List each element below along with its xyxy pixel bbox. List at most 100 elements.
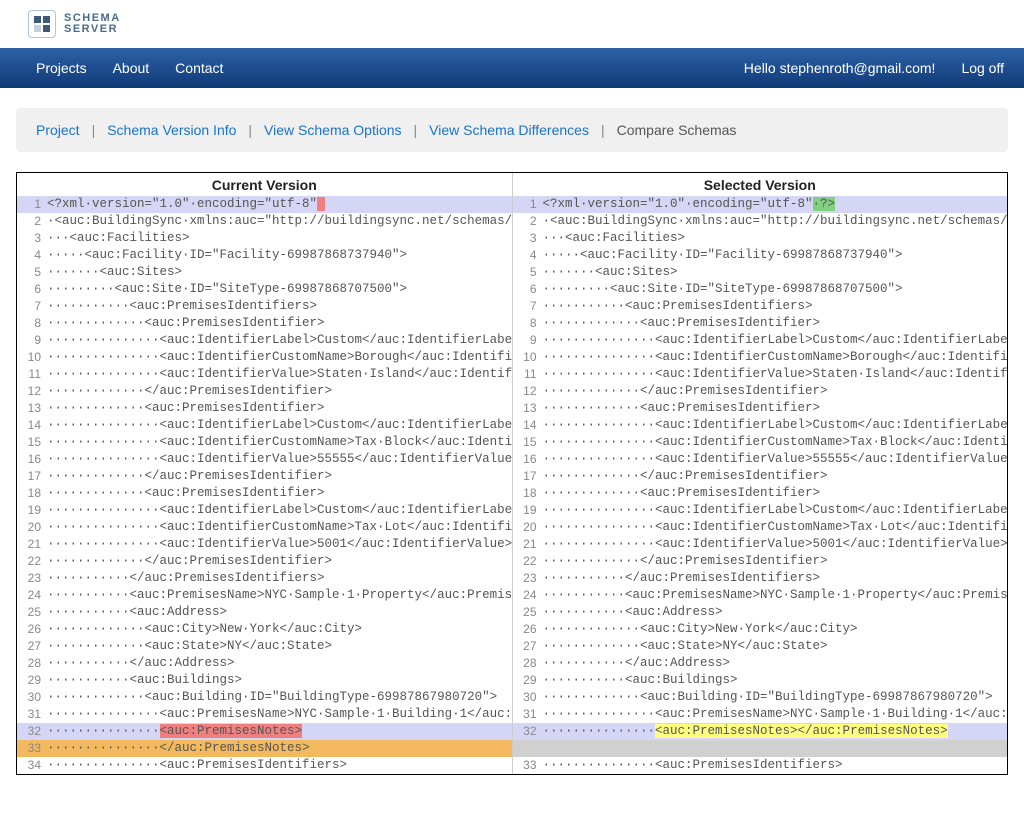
line-number: 30: [513, 689, 543, 706]
code-line[interactable]: 25···········<auc:Address>: [17, 604, 512, 621]
code-line[interactable]: 23···········</auc:PremisesIdentifiers>: [513, 570, 1008, 587]
code-line[interactable]: 18·············<auc:PremisesIdentifier>: [513, 485, 1008, 502]
code-line[interactable]: 3···<auc:Facilities>: [513, 230, 1008, 247]
code-line[interactable]: [513, 740, 1008, 757]
code-line[interactable]: 19···············<auc:IdentifierLabel>Cu…: [17, 502, 512, 519]
code-line[interactable]: 17·············</auc:PremisesIdentifier>: [513, 468, 1008, 485]
code-line[interactable]: 6·········<auc:Site·ID="SiteType-6998786…: [17, 281, 512, 298]
code-line[interactable]: 5·······<auc:Sites>: [17, 264, 512, 281]
code-line[interactable]: 28···········</auc:Address>: [17, 655, 512, 672]
crumb-project[interactable]: Project: [36, 122, 80, 138]
line-number: 28: [513, 655, 543, 672]
line-content: ···············<auc:IdentifierValue>5001…: [47, 536, 512, 553]
diff-right-lines[interactable]: 1<?xml·version="1.0"·encoding="utf-8"·?>…: [513, 196, 1008, 774]
code-line[interactable]: 20···············<auc:IdentifierCustomNa…: [17, 519, 512, 536]
line-number: 6: [513, 281, 543, 298]
line-content: ···········</auc:PremisesIdentifiers>: [47, 570, 512, 587]
code-line[interactable]: 31···············<auc:PremisesName>NYC·S…: [17, 706, 512, 723]
code-line[interactable]: 33···············<auc:PremisesIdentifier…: [513, 757, 1008, 774]
code-line[interactable]: 28···········</auc:Address>: [513, 655, 1008, 672]
code-line[interactable]: 3···<auc:Facilities>: [17, 230, 512, 247]
crumb-view-schema-options[interactable]: View Schema Options: [264, 122, 401, 138]
code-line[interactable]: 20···············<auc:IdentifierCustomNa…: [513, 519, 1008, 536]
code-line[interactable]: 14···············<auc:IdentifierLabel>Cu…: [513, 417, 1008, 434]
code-line[interactable]: 4·····<auc:Facility·ID="Facility-6998786…: [17, 247, 512, 264]
code-line[interactable]: 18·············<auc:PremisesIdentifier>: [17, 485, 512, 502]
nav-projects[interactable]: Projects: [36, 60, 87, 76]
code-line[interactable]: 1<?xml·version="1.0"·encoding="utf-8": [17, 196, 512, 213]
line-number: 24: [17, 587, 47, 604]
code-line[interactable]: 21···············<auc:IdentifierValue>50…: [17, 536, 512, 553]
code-line[interactable]: 26·············<auc:City>New·York</auc:C…: [513, 621, 1008, 638]
crumb-view-schema-differences[interactable]: View Schema Differences: [429, 122, 589, 138]
line-content: ···············<auc:IdentifierCustomName…: [47, 434, 512, 451]
code-line[interactable]: 12·············</auc:PremisesIdentifier>: [17, 383, 512, 400]
code-line[interactable]: 34···············<auc:PremisesIdentifier…: [17, 757, 512, 774]
code-line[interactable]: 24···········<auc:PremisesName>NYC·Sampl…: [17, 587, 512, 604]
code-line[interactable]: 32···············<auc:PremisesNotes></au…: [513, 723, 1008, 740]
code-line[interactable]: 5·······<auc:Sites>: [513, 264, 1008, 281]
code-line[interactable]: 16···············<auc:IdentifierValue>55…: [513, 451, 1008, 468]
line-number: 3: [513, 230, 543, 247]
code-line[interactable]: 2·<auc:BuildingSync·xmlns:auc="http://bu…: [17, 213, 512, 230]
line-content: ·············<auc:Building·ID="BuildingT…: [47, 689, 512, 706]
code-line[interactable]: 23···········</auc:PremisesIdentifiers>: [17, 570, 512, 587]
line-content: ···············<auc:IdentifierCustomName…: [47, 519, 512, 536]
code-line[interactable]: 22·············</auc:PremisesIdentifier>: [513, 553, 1008, 570]
line-content: ·············<auc:PremisesIdentifier>: [47, 400, 512, 417]
line-content: ···············<auc:IdentifierLabel>Cust…: [47, 502, 512, 519]
code-line[interactable]: 16···············<auc:IdentifierValue>55…: [17, 451, 512, 468]
line-content: ···········<auc:PremisesName>NYC·Sample·…: [543, 587, 1008, 604]
code-line[interactable]: 33···············</auc:PremisesNotes>: [17, 740, 512, 757]
code-line[interactable]: 15···············<auc:IdentifierCustomNa…: [513, 434, 1008, 451]
code-line[interactable]: 30·············<auc:Building·ID="Buildin…: [513, 689, 1008, 706]
code-line[interactable]: 19···············<auc:IdentifierLabel>Cu…: [513, 502, 1008, 519]
code-line[interactable]: 8·············<auc:PremisesIdentifier>: [513, 315, 1008, 332]
nav-about[interactable]: About: [113, 60, 150, 76]
code-line[interactable]: 13·············<auc:PremisesIdentifier>: [513, 400, 1008, 417]
code-line[interactable]: 13·············<auc:PremisesIdentifier>: [17, 400, 512, 417]
code-line[interactable]: 4·····<auc:Facility·ID="Facility-6998786…: [513, 247, 1008, 264]
logo[interactable]: SCHEMA SERVER: [28, 10, 996, 38]
code-line[interactable]: 9···············<auc:IdentifierLabel>Cus…: [513, 332, 1008, 349]
diff-left-lines[interactable]: 1<?xml·version="1.0"·encoding="utf-8" 2·…: [17, 196, 512, 774]
nav-logoff[interactable]: Log off: [961, 60, 1004, 76]
code-line[interactable]: 26·············<auc:City>New·York</auc:C…: [17, 621, 512, 638]
code-line[interactable]: 11···············<auc:IdentifierValue>St…: [513, 366, 1008, 383]
code-line[interactable]: 32···············<auc:PremisesNotes>: [17, 723, 512, 740]
code-line[interactable]: 9···············<auc:IdentifierLabel>Cus…: [17, 332, 512, 349]
code-line[interactable]: 12·············</auc:PremisesIdentifier>: [513, 383, 1008, 400]
code-line[interactable]: 24···········<auc:PremisesName>NYC·Sampl…: [513, 587, 1008, 604]
code-line[interactable]: 10···············<auc:IdentifierCustomNa…: [17, 349, 512, 366]
code-line[interactable]: 29···········<auc:Buildings>: [513, 672, 1008, 689]
nav-contact[interactable]: Contact: [175, 60, 223, 76]
code-line[interactable]: 15···············<auc:IdentifierCustomNa…: [17, 434, 512, 451]
line-content: ···············<auc:IdentifierCustomName…: [543, 519, 1008, 536]
code-line[interactable]: 7···········<auc:PremisesIdentifiers>: [513, 298, 1008, 315]
code-line[interactable]: 14···············<auc:IdentifierLabel>Cu…: [17, 417, 512, 434]
code-line[interactable]: 31···············<auc:PremisesName>NYC·S…: [513, 706, 1008, 723]
code-line[interactable]: 22·············</auc:PremisesIdentifier>: [17, 553, 512, 570]
code-line[interactable]: 27·············<auc:State>NY</auc:State>: [17, 638, 512, 655]
line-number: 22: [17, 553, 47, 570]
code-line[interactable]: 2·<auc:BuildingSync·xmlns:auc="http://bu…: [513, 213, 1008, 230]
line-content: ···········<auc:PremisesIdentifiers>: [543, 298, 1008, 315]
code-line[interactable]: 6·········<auc:Site·ID="SiteType-6998786…: [513, 281, 1008, 298]
crumb-schema-version-info[interactable]: Schema Version Info: [107, 122, 236, 138]
line-content: ···········</auc:PremisesIdentifiers>: [543, 570, 1008, 587]
code-line[interactable]: 25···········<auc:Address>: [513, 604, 1008, 621]
code-line[interactable]: 1<?xml·version="1.0"·encoding="utf-8"·?>: [513, 196, 1008, 213]
line-number: 23: [513, 570, 543, 587]
code-line[interactable]: 7···········<auc:PremisesIdentifiers>: [17, 298, 512, 315]
code-line[interactable]: 17·············</auc:PremisesIdentifier>: [17, 468, 512, 485]
line-content: ···········<auc:PremisesName>NYC·Sample·…: [47, 587, 512, 604]
code-line[interactable]: 8·············<auc:PremisesIdentifier>: [17, 315, 512, 332]
line-content: [543, 740, 1008, 757]
code-line[interactable]: 29···········<auc:Buildings>: [17, 672, 512, 689]
code-line[interactable]: 10···············<auc:IdentifierCustomNa…: [513, 349, 1008, 366]
line-number: 30: [17, 689, 47, 706]
code-line[interactable]: 30·············<auc:Building·ID="Buildin…: [17, 689, 512, 706]
code-line[interactable]: 27·············<auc:State>NY</auc:State>: [513, 638, 1008, 655]
code-line[interactable]: 11···············<auc:IdentifierValue>St…: [17, 366, 512, 383]
code-line[interactable]: 21···············<auc:IdentifierValue>50…: [513, 536, 1008, 553]
